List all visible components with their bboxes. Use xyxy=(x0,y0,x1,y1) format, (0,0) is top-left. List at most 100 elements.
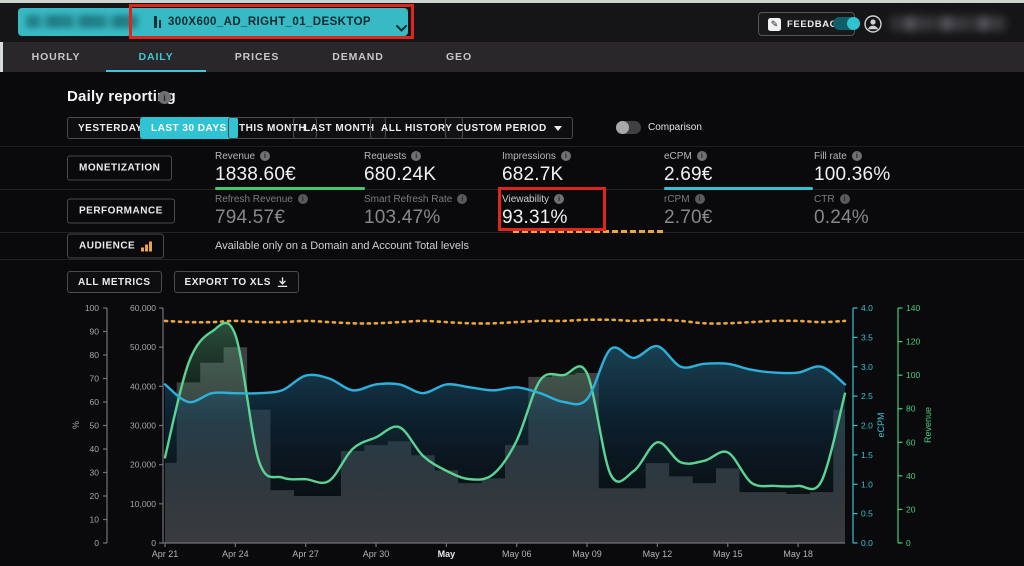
metric-label: Requests xyxy=(364,150,407,162)
monetization-row: MONETIZATION Revenue i 1838.60€ Requests i 680… xyxy=(0,147,1024,190)
tab-demand[interactable]: DEMAND xyxy=(332,42,383,72)
metric-fill-rate: Fill rate i 100.36% xyxy=(814,150,956,186)
metric-revenue: Revenue i 1838.60€ xyxy=(215,150,365,190)
info-icon[interactable]: i xyxy=(694,194,705,204)
tab-daily[interactable]: DAILY xyxy=(138,42,173,72)
active-tab-underline xyxy=(106,70,206,72)
export-label: EXPORT TO XLS xyxy=(184,276,271,288)
metric-refresh-revenue: Refresh Revenue i 794.57€ xyxy=(215,193,357,229)
tab-prices[interactable]: PRICES xyxy=(235,42,280,72)
svg-text:May 12: May 12 xyxy=(643,549,673,559)
period-filters: Comparison YESTERDAY LAST 30 DAYS THIS MON… xyxy=(67,117,967,140)
svg-text:100: 100 xyxy=(906,370,920,380)
metric-value: 0.24% xyxy=(814,207,869,228)
performance-row: PERFORMANCE Refresh Revenue i 794.57€ Smart … xyxy=(0,190,1024,233)
svg-text:20,000: 20,000 xyxy=(130,460,156,470)
svg-text:100: 100 xyxy=(85,303,99,313)
pen-icon: ✎ xyxy=(768,17,781,31)
export-xls-button[interactable]: EXPORT TO XLS xyxy=(173,271,299,293)
svg-text:%: % xyxy=(71,421,81,429)
theme-toggle[interactable] xyxy=(833,17,860,30)
all-metrics-button[interactable]: ALL METRICS xyxy=(67,271,162,293)
info-icon[interactable]: i xyxy=(560,151,571,161)
svg-text:0: 0 xyxy=(151,538,156,548)
adunit-dropdown[interactable]: 300X600_AD_RIGHT_01_DESKTOP xyxy=(18,8,408,36)
performance-button[interactable]: PERFORMANCE xyxy=(67,198,175,224)
svg-text:40,000: 40,000 xyxy=(130,381,156,391)
caret-down-icon xyxy=(553,125,562,131)
metric-label: Refresh Revenue xyxy=(215,193,293,205)
filter-label: YESTERDAY xyxy=(78,122,143,134)
info-icon[interactable]: i xyxy=(297,194,308,204)
info-icon[interactable]: i xyxy=(260,151,271,161)
svg-text:May: May xyxy=(438,549,456,559)
filter-label: LAST MONTH xyxy=(304,122,375,134)
svg-text:0: 0 xyxy=(906,538,911,548)
metric-label: CTR xyxy=(814,193,835,205)
metric-label: Viewability xyxy=(502,193,550,205)
metric-value: 103.47% xyxy=(364,207,441,228)
svg-text:10: 10 xyxy=(90,515,100,525)
svg-text:May 18: May 18 xyxy=(783,549,813,559)
metric-label: Fill rate xyxy=(814,150,847,162)
info-icon[interactable]: i xyxy=(158,91,171,104)
comparison-label: Comparison xyxy=(648,122,702,133)
audience-button[interactable]: AUDIENCE xyxy=(67,233,164,259)
metric-label: eCPM xyxy=(664,150,692,162)
metric-rcpm: rCPM i 2.70€ xyxy=(664,193,806,229)
info-icon[interactable]: i xyxy=(839,194,850,204)
metrics-panel: MONETIZATION Revenue i 1838.60€ Requests i 680… xyxy=(0,146,1024,260)
svg-text:80: 80 xyxy=(90,350,100,360)
filter-last-30-days[interactable]: LAST 30 DAYS xyxy=(140,117,238,139)
svg-text:May 15: May 15 xyxy=(713,549,743,559)
svg-text:0: 0 xyxy=(94,538,99,548)
svg-text:10,000: 10,000 xyxy=(130,499,156,509)
metric-label: Revenue xyxy=(215,150,256,162)
filter-custom-period[interactable]: CUSTOM PERIOD xyxy=(445,117,573,139)
metric-label: Smart Refresh Rate xyxy=(364,193,453,205)
blurred-user-name xyxy=(890,16,1006,31)
adunit-dropdown-label: 300X600_AD_RIGHT_01_DESKTOP xyxy=(168,16,371,28)
svg-text:Revenue: Revenue xyxy=(923,407,933,443)
chart-canvas: 0 10 20 30 40 50 60 70 80 90 100 0 10,000 20,000 30,00… xyxy=(71,303,933,559)
svg-text:20: 20 xyxy=(906,504,916,514)
dashboard-page: 300X600_AD_RIGHT_01_DESKTOP ✎ FEEDBACK H… xyxy=(0,0,1024,561)
metric-value: 100.36% xyxy=(814,164,891,185)
comparison-toggle[interactable] xyxy=(616,121,641,134)
svg-text:0.0: 0.0 xyxy=(861,538,873,548)
svg-text:2.5: 2.5 xyxy=(861,391,873,401)
info-icon[interactable]: i xyxy=(457,194,468,204)
info-icon[interactable]: i xyxy=(411,151,422,161)
svg-text:40: 40 xyxy=(90,444,100,454)
tab-hourly[interactable]: HOURLY xyxy=(32,42,81,72)
svg-text:3.5: 3.5 xyxy=(861,332,873,342)
svg-text:70: 70 xyxy=(90,374,100,384)
user-avatar-icon[interactable] xyxy=(864,15,882,33)
metric-value: 794.57€ xyxy=(215,207,286,228)
svg-text:1.0: 1.0 xyxy=(861,479,873,489)
daily-chart: 0 10 20 30 40 50 60 70 80 90 100 0 10,000 20,000 30,00… xyxy=(0,293,1024,561)
blurred-site-name xyxy=(26,15,138,28)
svg-text:May 09: May 09 xyxy=(572,549,602,559)
info-icon[interactable]: i xyxy=(851,151,862,161)
metric-value: 682.7K xyxy=(502,164,564,185)
metric-ecpm: eCPM i 2.69€ xyxy=(664,150,813,190)
svg-text:40: 40 xyxy=(906,471,916,481)
bar-chart-icon xyxy=(141,241,152,251)
monetization-button[interactable]: MONETIZATION xyxy=(67,155,173,181)
filter-label: LAST 30 DAYS xyxy=(151,122,227,134)
metric-requests: Requests i 680.24K xyxy=(364,150,506,186)
tab-geo[interactable]: GEO xyxy=(446,42,472,72)
metric-value: 2.70€ xyxy=(664,207,713,228)
download-icon xyxy=(277,276,288,287)
adunit-bars-icon xyxy=(154,16,162,28)
info-icon[interactable]: i xyxy=(554,194,565,204)
svg-text:20: 20 xyxy=(90,491,100,501)
svg-text:1.5: 1.5 xyxy=(861,450,873,460)
svg-text:3.0: 3.0 xyxy=(861,362,873,372)
svg-text:60,000: 60,000 xyxy=(130,303,156,313)
audience-note: Available only on a Domain and Account T… xyxy=(215,240,469,252)
info-icon[interactable]: i xyxy=(696,151,707,161)
metric-viewability: Viewability i 93.31% xyxy=(502,193,663,233)
svg-text:30,000: 30,000 xyxy=(130,421,156,431)
